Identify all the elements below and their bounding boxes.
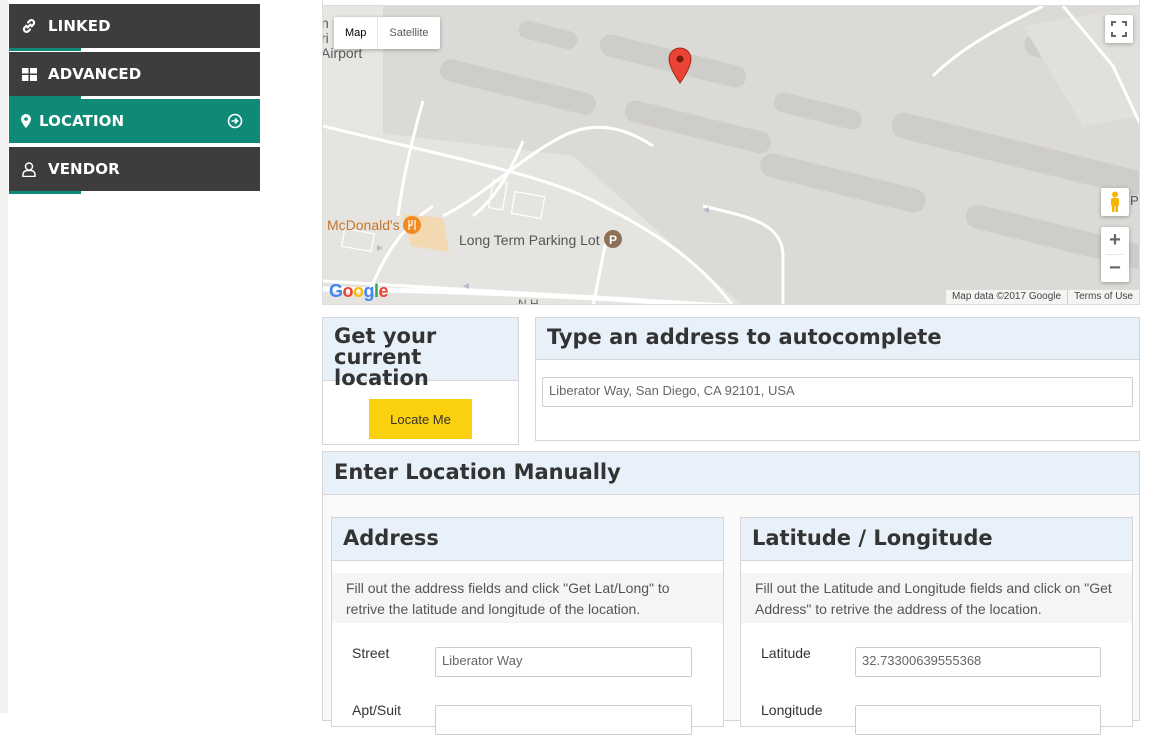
longitude-input[interactable] (855, 705, 1101, 735)
sidebar-item-label: ADVANCED (48, 65, 142, 83)
current-location-title: Get your current location (323, 318, 518, 389)
manual-location-panel: Enter Location Manually Address Fill out… (322, 451, 1140, 735)
sidebar-item-label: LOCATION (39, 112, 125, 130)
zoom-control: + − (1101, 227, 1129, 282)
latitude-input[interactable]: 32.73300639555368 (855, 647, 1101, 677)
manual-location-title: Enter Location Manually (323, 452, 1139, 495)
map-data-text: Map data ©2017 Google (951, 291, 1062, 302)
zoom-out-button[interactable]: − (1101, 255, 1129, 282)
map-attribution: Map data ©2017 Google Terms of Use (945, 290, 1139, 304)
fullscreen-icon (1111, 21, 1127, 37)
link-icon (19, 16, 39, 36)
latlong-title: Latitude / Longitude (741, 518, 1132, 561)
sidebar-item-label: VENDOR (48, 160, 120, 178)
address-autocomplete-input[interactable]: Liberator Way, San Diego, CA 92101, USA (542, 377, 1133, 407)
address-panel: Address Fill out the address fields and … (331, 517, 724, 735)
street-input[interactable]: Liberator Way (435, 647, 692, 677)
google-map[interactable]: P nriAirport McDonald's Long Term Parkin… (322, 5, 1140, 305)
map-type-satellite-button[interactable]: Satellite (378, 17, 439, 49)
apt-suite-label: Apt/Suit (352, 702, 402, 718)
grid-icon (19, 64, 39, 84)
longitude-label: Longitude (761, 702, 823, 718)
sidebar-item-location[interactable]: LOCATION (9, 99, 260, 143)
street-label: Street (352, 645, 390, 661)
map-label-mcdonalds[interactable]: McDonald's (327, 217, 400, 233)
user-icon (19, 159, 39, 179)
latlong-help-text: Fill out the Latitude and Longitude fiel… (741, 573, 1132, 623)
sidebar-item-linked[interactable]: LINKED (9, 4, 260, 51)
sidebar-item-advanced[interactable]: ADVANCED (9, 52, 260, 99)
left-gutter (0, 0, 8, 713)
terms-of-use-link[interactable]: Terms of Use (1067, 290, 1139, 304)
svg-text:P: P (609, 233, 617, 247)
locate-me-button[interactable]: Locate Me (369, 399, 472, 439)
map-label-parking[interactable]: Long Term Parking Lot (459, 232, 600, 248)
sidebar-accent-bar (9, 191, 81, 194)
street-view-pegman-button[interactable] (1101, 188, 1129, 216)
latitude-label: Latitude (761, 645, 811, 661)
sidebar-item-label: LINKED (48, 17, 111, 35)
google-logo[interactable]: Google (329, 281, 389, 302)
map-type-map-button[interactable]: Map (334, 17, 379, 49)
autocomplete-title: Type an address to autocomplete (536, 318, 1139, 360)
map-tiles: P (323, 6, 1139, 304)
map-label-street: N H (518, 297, 539, 305)
sidebar-accent-bar (9, 48, 81, 51)
sidebar-item-vendor[interactable]: VENDOR (9, 147, 260, 194)
autocomplete-panel: Type an address to autocomplete Liberato… (535, 317, 1140, 441)
fullscreen-button[interactable] (1105, 15, 1133, 43)
arrow-circle-right-icon (227, 113, 243, 129)
pegman-icon (1111, 191, 1119, 212)
map-pin-icon (19, 111, 33, 131)
latlong-panel: Latitude / Longitude Fill out the Latitu… (740, 517, 1133, 735)
address-title: Address (332, 518, 723, 561)
zoom-in-button[interactable]: + (1101, 227, 1129, 254)
map-label-edge: P (1130, 193, 1139, 208)
current-location-panel: Get your current location Locate Me (322, 317, 519, 445)
map-type-control: Map Satellite (334, 17, 440, 49)
address-help-text: Fill out the address fields and click "G… (332, 573, 723, 623)
apt-suite-input[interactable] (435, 705, 692, 735)
